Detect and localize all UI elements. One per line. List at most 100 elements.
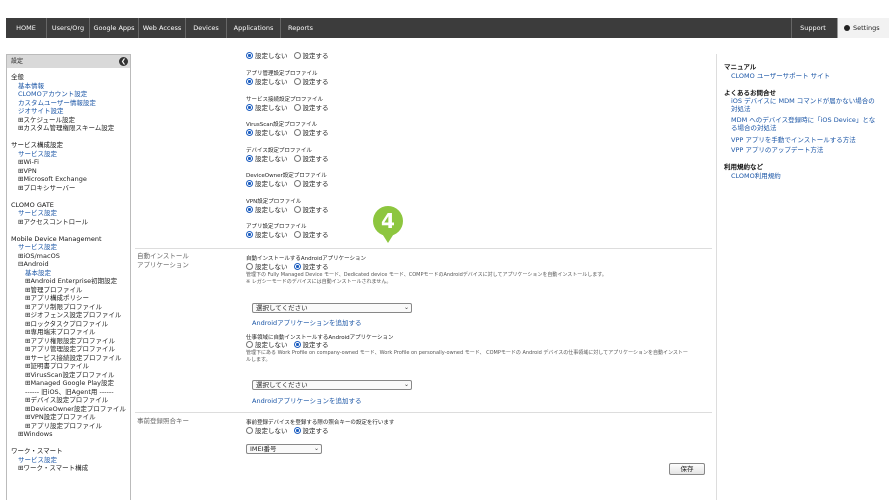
nav-home[interactable]: HOME [6, 18, 47, 38]
profile-radio-row: 設定しない 設定する [246, 129, 329, 138]
radio-profile-off[interactable] [246, 129, 253, 136]
radio-profile-on[interactable] [293, 103, 301, 111]
collapse-icon[interactable]: ❮ [119, 57, 128, 66]
sidebar-tree-item[interactable]: ⊞スケジュール設定 [18, 116, 75, 125]
sidebar-tree-item[interactable]: ⊞アプリ管理設定プロファイル [25, 345, 115, 354]
sidebar-tree-item[interactable]: ⊞Wi-Fi [18, 158, 39, 167]
sidebar-heading: 全般 [11, 73, 24, 81]
sidebar-tree-item[interactable]: ⊞Managed Google Play設定 [25, 379, 114, 388]
faq-link-3[interactable]: VPP アプリを手動でインストールする方法 [731, 136, 881, 144]
sidebar-link[interactable]: CLOMOアカウント設定 [18, 90, 87, 99]
terms-link[interactable]: CLOMO利用規約 [731, 172, 881, 180]
android-app-select[interactable]: 選択してください ⌄ [252, 303, 412, 313]
nav-applications[interactable]: Applications [227, 18, 281, 38]
radio-profile-on[interactable] [293, 180, 301, 187]
manual-link[interactable]: CLOMO ユーザーサポート サイト [731, 72, 881, 80]
sidebar-tree-item[interactable]: ⊞iOS/macOS [18, 252, 60, 261]
nav-support[interactable]: Support [791, 18, 834, 38]
sidebar-link[interactable]: サービス設定 [18, 209, 57, 218]
radio-profile-off[interactable] [246, 205, 253, 213]
radio-profile-off[interactable] [246, 103, 253, 111]
sidebar-tree-item[interactable]: ⊞プロキシサーバー [18, 184, 75, 193]
sidebar-link[interactable]: 基本設定 [25, 269, 51, 278]
radio-prereg-off[interactable] [246, 427, 253, 434]
radio-label: 設定する [302, 129, 329, 137]
pre-reg-key-select[interactable]: IMEI番号 ⌄ [246, 444, 322, 454]
radio-android-on[interactable] [293, 263, 301, 270]
sidebar-link[interactable]: サービス設定 [18, 150, 57, 159]
radio-work-off[interactable] [246, 341, 253, 348]
radio-profile-on[interactable] [293, 52, 301, 59]
sidebar-link[interactable]: カスタムユーザー情報設定 [18, 99, 96, 108]
work-app-select[interactable]: 選択してください ⌄ [252, 380, 412, 390]
sidebar-link[interactable]: ジオサイト設定 [18, 107, 64, 116]
sidebar-tree-item[interactable]: ⊞専用端末プロファイル [25, 328, 95, 337]
sidebar-link[interactable]: サービス設定 [18, 243, 57, 252]
sidebar-tree-item[interactable]: ⊞Microsoft Exchange [18, 175, 87, 184]
nav-devices[interactable]: Devices [186, 18, 227, 38]
faq-link-2[interactable]: MDM へのデバイス登録時に「iOS Device」となる場合の対処法 [731, 116, 881, 132]
sidebar-tree-item[interactable]: ⊞Android Enterprise初期設定 [25, 277, 117, 286]
nav-users-org[interactable]: Users/Org [47, 18, 90, 38]
profile-title: デバイス設定プロファイル [246, 147, 312, 154]
pre-reg-title: 事前登録デバイスを登録する際の照合キーの設定を行います [246, 420, 395, 426]
nav-google-apps[interactable]: Google Apps [90, 18, 139, 38]
sidebar-tree-item[interactable]: ⊞VPN [18, 167, 37, 176]
faq-link-1[interactable]: iOS デバイスに MDM コマンドが届かない場合の対処法 [731, 97, 881, 113]
add-android-app-link[interactable]: Androidアプリケーションを追加する [252, 317, 362, 327]
sidebar-tree-item[interactable]: ⊞証明書プロファイル [25, 362, 89, 371]
settings-form: 設定しない 設定する アプリ管理設定プロファイル 設定しない 設定する サービス接続設定プ… [135, 52, 712, 500]
sidebar-tree-item[interactable]: ⊞デバイス設定プロファイル [25, 396, 108, 405]
radio-profile-off[interactable] [246, 231, 253, 238]
sidebar-tree-item[interactable]: ⊞カスタム管理権限スキーム設定 [18, 124, 114, 133]
radio-profile-off[interactable] [246, 154, 253, 162]
profile-title: VPN設定プロファイル [246, 198, 302, 205]
add-work-app-link[interactable]: Androidアプリケーションを追加する [252, 395, 362, 405]
radio-profile-off[interactable] [246, 180, 253, 187]
faq-link-4[interactable]: VPP アプリのアップデート方法 [731, 146, 881, 154]
nav-web-access[interactable]: Web Access [139, 18, 186, 38]
sidebar-tree-item[interactable]: ------ 旧iOS、旧Agent用 ------ [25, 388, 114, 397]
radio-profile-on[interactable] [293, 205, 301, 213]
nav-reports[interactable]: Reports [281, 18, 320, 38]
sidebar-tree-item[interactable]: ⊞アプリ権限設定プロファイル [25, 337, 115, 346]
nav-settings[interactable]: Settings [837, 18, 889, 38]
radio-prereg-on[interactable] [293, 427, 301, 434]
radio-profile-on[interactable] [293, 129, 301, 136]
gear-icon [844, 25, 850, 31]
radio-android-off[interactable] [246, 263, 253, 270]
sidebar-tree-item[interactable]: ⊞ワーク・スマート構成 [18, 464, 88, 473]
radio-profile-on[interactable] [293, 154, 301, 162]
sidebar-tree-item[interactable]: ⊞DeviceOwner設定プロファイル [25, 405, 126, 414]
sidebar-tree-item[interactable]: ⊞アプリ構成ポリシー [25, 294, 89, 303]
sidebar-tree-item[interactable]: ⊞Windows [18, 430, 52, 439]
sidebar-tree-item[interactable]: ⊟Android [18, 260, 49, 269]
radio-profile-off[interactable] [246, 78, 253, 85]
sidebar-tree-item[interactable]: ⊞VPN設定プロファイル [25, 413, 96, 422]
radio-label: 設定する [302, 78, 329, 86]
save-button[interactable]: 保存 [669, 463, 705, 475]
sidebar-tree-item[interactable]: ⊞アクセスコントロール [18, 218, 88, 227]
radio-label: 設定しない [255, 129, 288, 137]
profile-radio-row: 設定しない 設定する [246, 52, 329, 61]
radio-profile-off[interactable] [246, 52, 253, 59]
sidebar-tree-item[interactable]: ⊞ロックタスクプロファイル [25, 320, 108, 329]
sidebar-tree-item[interactable]: ⊞アプリ設定プロファイル [25, 422, 102, 431]
radio-label: 設定しない [255, 52, 288, 60]
radio-profile-on[interactable] [293, 78, 301, 85]
profile-title: サービス接続設定プロファイル [246, 96, 324, 103]
sidebar-link[interactable]: サービス設定 [18, 456, 57, 465]
sidebar-tree-item[interactable]: ⊞ジオフェンス設定プロファイル [25, 311, 121, 320]
sidebar-link[interactable]: 基本情報 [18, 82, 44, 91]
sidebar-tree-item[interactable]: ⊞アプリ制限プロファイル [25, 303, 102, 312]
sidebar-tree-item[interactable]: ⊞VirusScan設定プロファイル [25, 371, 115, 380]
radio-label: 設定しない [255, 205, 288, 214]
radio-profile-on[interactable] [293, 231, 301, 238]
top-bar: HOME Users/Org Google Apps Web Access De… [0, 0, 889, 38]
android-desc: 管理下の Fully Managed Device モード、Dedicated … [246, 272, 607, 278]
sidebar-header: 設定 ❮ [7, 55, 130, 68]
sidebar-tree-item[interactable]: ⊞管理プロファイル [25, 286, 82, 295]
chevron-down-icon: ⌄ [403, 304, 409, 311]
radio-work-on[interactable] [293, 341, 301, 348]
sidebar-tree-item[interactable]: ⊞サービス接続設定プロファイル [25, 354, 121, 363]
